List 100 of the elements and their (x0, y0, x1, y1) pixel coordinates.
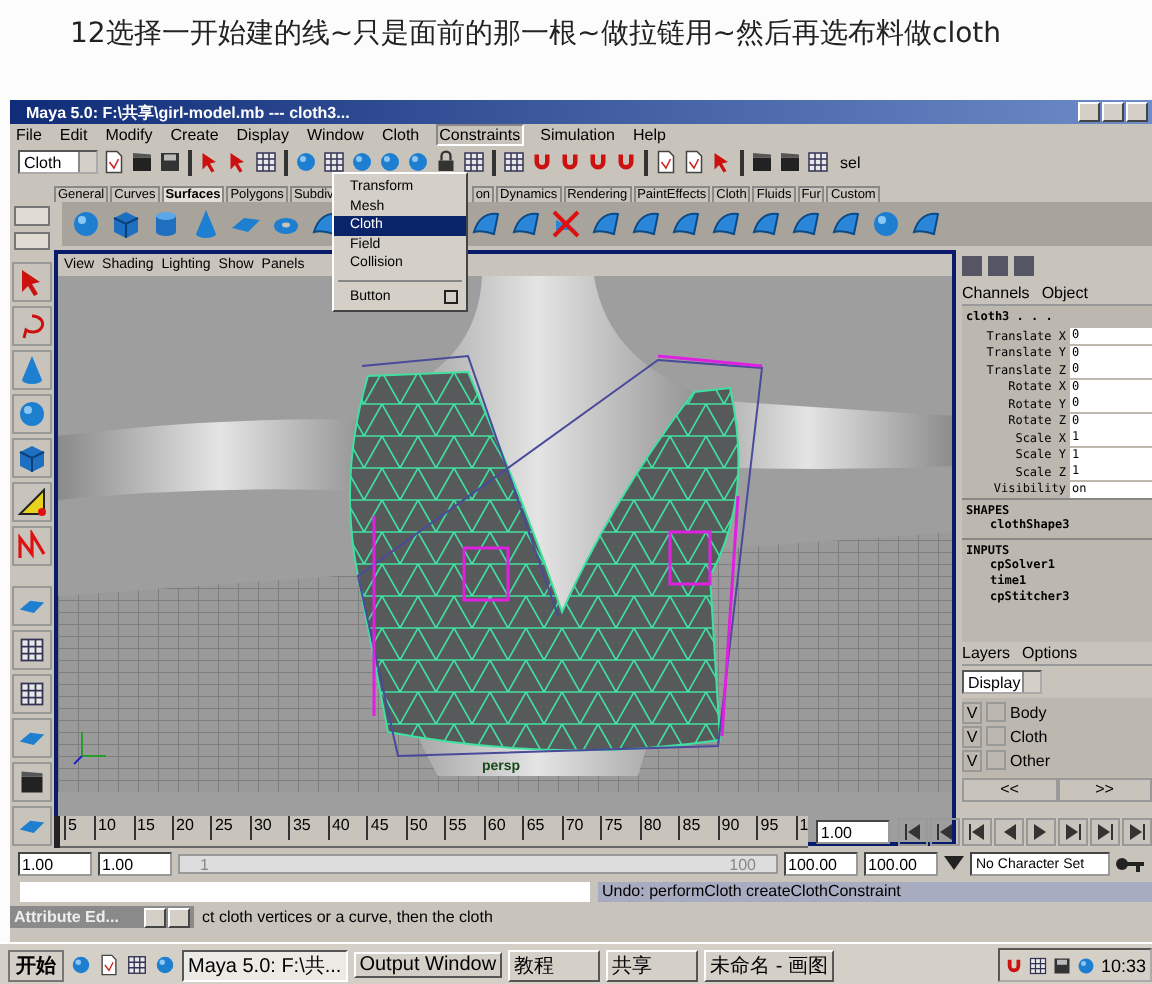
channel-box-menu-item[interactable]: Object (1041, 284, 1088, 302)
grid-icon[interactable] (322, 150, 346, 174)
menu-item[interactable]: Help (630, 126, 668, 144)
display-dropdown[interactable]: Display (962, 670, 1042, 694)
scroll-button[interactable]: >> (1057, 778, 1152, 802)
layer-menu-item[interactable]: Options (1022, 644, 1078, 662)
visibility-toggle[interactable]: V (962, 749, 982, 771)
menu-item[interactable]: Constraints (435, 124, 525, 146)
restore-button[interactable] (144, 907, 166, 927)
menu-item[interactable]: File (14, 126, 44, 144)
menu-item[interactable]: Create (168, 126, 221, 144)
taskbar-button[interactable]: 教程 (508, 949, 601, 981)
sphere-icon[interactable] (70, 208, 102, 240)
grid-icon[interactable] (806, 150, 830, 174)
back-button[interactable] (994, 818, 1024, 846)
taskbar-button[interactable]: Output Window (353, 952, 503, 978)
cube-icon[interactable] (16, 442, 48, 474)
magnet-icon[interactable] (614, 150, 638, 174)
grid-icon[interactable] (18, 680, 46, 708)
key-button[interactable] (962, 818, 992, 846)
axis-icon (73, 731, 107, 765)
maximize-button[interactable] (1102, 102, 1124, 122)
caret-icon (1022, 672, 1040, 692)
triangle-icon (968, 824, 986, 840)
document-icon[interactable] (102, 150, 126, 174)
triangle-icon (1096, 824, 1114, 840)
selection-label[interactable]: sel (840, 153, 861, 171)
layer-name[interactable]: Body (1010, 703, 1047, 721)
end-button[interactable] (1122, 818, 1152, 846)
play-button[interactable] (1026, 818, 1056, 846)
shelf-menu-button[interactable] (14, 206, 50, 225)
layer-name[interactable]: Other (1010, 751, 1051, 769)
scroll-button[interactable]: << (962, 778, 1057, 802)
grid-icon[interactable] (502, 150, 526, 174)
channel-box-menu-item[interactable]: Channels (962, 284, 1030, 302)
sphere-icon[interactable] (378, 150, 402, 174)
minimize-button[interactable] (1078, 102, 1100, 122)
caret-icon (78, 152, 96, 172)
scale-icon[interactable] (16, 486, 48, 518)
key-icon[interactable] (1116, 854, 1144, 874)
grid-icon[interactable] (254, 150, 278, 174)
playback-start-field[interactable]: 1.00 (98, 852, 172, 876)
clapper-icon[interactable] (778, 150, 802, 174)
document-icon[interactable] (682, 150, 706, 174)
sphere-icon[interactable] (16, 398, 48, 430)
grid-icon[interactable] (1028, 955, 1049, 975)
window-title: Attribute Ed... (14, 908, 121, 926)
current-time-field[interactable]: 1.00 (816, 820, 890, 844)
keyf-button[interactable] (1058, 818, 1088, 846)
close-button[interactable] (1126, 102, 1148, 122)
document-icon[interactable] (98, 954, 120, 976)
magnet-icon[interactable] (558, 150, 582, 174)
option-box-icon[interactable] (444, 289, 458, 304)
cube-icon[interactable] (110, 208, 142, 240)
time-slider[interactable]: 5 10 15 20 25 30 35 40 45 50 55 60 65 70 75 80 85 90 95 1 (54, 816, 809, 848)
clapper-icon[interactable] (130, 150, 154, 174)
magnet-icon[interactable] (1004, 955, 1025, 975)
layer-menu-item[interactable]: Layers (962, 644, 1011, 662)
sphere-icon[interactable] (870, 208, 902, 240)
menu-item[interactable]: Display (234, 126, 291, 144)
visibility-toggle[interactable]: V (962, 725, 982, 747)
playback-end-field[interactable]: 100.00 (784, 852, 858, 876)
grid-icon[interactable] (18, 636, 46, 664)
taskbar-button[interactable]: 未命名 - 画图 (704, 949, 834, 981)
taskbar-button[interactable]: 共享 (606, 949, 699, 981)
window-title: Maya 5.0: F:\共享\girl-model.mb --- cloth3... (26, 101, 350, 123)
menu-set-dropdown[interactable]: Cloth (18, 150, 98, 174)
menu-item[interactable]: Cloth (379, 126, 422, 144)
magnet-icon[interactable] (586, 150, 610, 174)
cone-icon[interactable] (16, 354, 48, 386)
clapper-icon[interactable] (18, 768, 46, 796)
end-time-field[interactable]: 100.00 (864, 852, 938, 876)
curve-icon[interactable] (16, 530, 48, 562)
stepf-button[interactable] (1090, 818, 1120, 846)
caption-text: 12选择一开始建的线~只是面前的那一根~做拉链用~然后再选布料做cloth (68, 16, 1004, 54)
stepback-button[interactable] (930, 818, 960, 846)
caret-icon[interactable] (944, 856, 964, 872)
command-response: Undo: performCloth createClothConstraint (598, 881, 1152, 901)
command-input-field[interactable] (20, 881, 590, 901)
shelf-options-button[interactable] (14, 231, 50, 250)
menu-item[interactable]: Simulation (538, 126, 617, 144)
start-button[interactable] (898, 818, 928, 846)
document-icon[interactable] (654, 150, 678, 174)
visibility-toggle[interactable]: V (962, 701, 982, 723)
taskbar-button[interactable]: Maya 5.0: F:\共... (182, 949, 348, 981)
lock-icon[interactable] (434, 150, 458, 174)
layer-name[interactable]: Cloth (1010, 727, 1048, 745)
cylinder-icon[interactable] (150, 208, 182, 240)
menu-item[interactable]: Edit (57, 126, 90, 144)
clapper-icon[interactable] (750, 150, 774, 174)
menu-item[interactable]: Window (305, 126, 366, 144)
start-button[interactable]: 开始 (8, 949, 64, 981)
grid-icon[interactable] (126, 954, 148, 976)
menu-item[interactable]: Modify (103, 126, 155, 144)
close-button[interactable] (168, 907, 190, 927)
sphere-icon[interactable] (350, 150, 374, 174)
cross-icon[interactable] (550, 208, 582, 240)
start-time-field[interactable]: 1.00 (18, 852, 92, 876)
grid-icon[interactable] (462, 150, 486, 174)
sphere-icon[interactable] (406, 150, 430, 174)
